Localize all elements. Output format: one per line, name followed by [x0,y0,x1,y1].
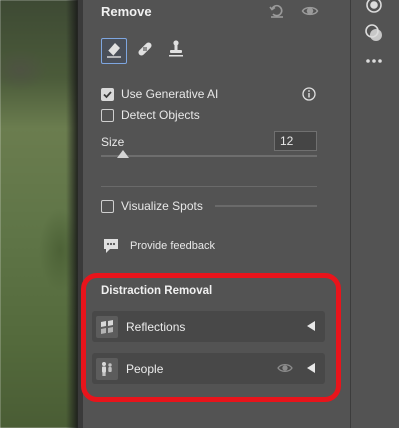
use-generative-ai-checkbox[interactable] [101,87,114,101]
bandage-icon [135,39,155,64]
visualize-spots-label: Visualize Spots [121,199,203,213]
eraser-icon [105,40,123,63]
visualize-spots-option[interactable]: Visualize Spots [101,199,203,213]
bottom-margin [0,428,399,438]
heal-tool-button[interactable] [132,38,158,64]
visualize-spots-slider[interactable] [215,205,317,207]
toolbar-view-icon[interactable] [363,0,385,16]
clone-tool-button[interactable] [163,38,189,64]
feedback-icon[interactable] [102,238,120,254]
highlight-annotation [81,273,341,402]
toolbar-more-icon[interactable] [363,50,385,72]
app-window: Remove Use Generative AI Detect Objects … [0,0,399,438]
size-label: Size [101,135,125,149]
canvas-edge-shadow [66,0,78,428]
use-generative-ai-option[interactable]: Use Generative AI [101,87,218,101]
panel-title: Remove [101,4,152,19]
section-divider [101,186,317,187]
size-input[interactable] [274,131,317,151]
use-generative-ai-label: Use Generative AI [121,87,219,101]
toolbar-mask-icon[interactable] [363,22,385,44]
provide-feedback-link[interactable]: Provide feedback [130,240,215,252]
reset-icon[interactable] [268,2,286,20]
visualize-spots-checkbox[interactable] [101,199,114,213]
eraser-tool-button[interactable] [101,38,127,64]
detect-objects-option[interactable]: Detect Objects [101,108,200,122]
size-slider-thumb[interactable] [116,150,129,158]
info-icon[interactable] [302,87,316,101]
right-toolbar [350,0,399,428]
size-slider-track[interactable] [101,155,317,157]
stamp-icon [166,39,186,64]
detect-objects-checkbox[interactable] [101,108,114,122]
detect-objects-label: Detect Objects [121,108,200,122]
visibility-eye-icon[interactable] [301,2,319,20]
